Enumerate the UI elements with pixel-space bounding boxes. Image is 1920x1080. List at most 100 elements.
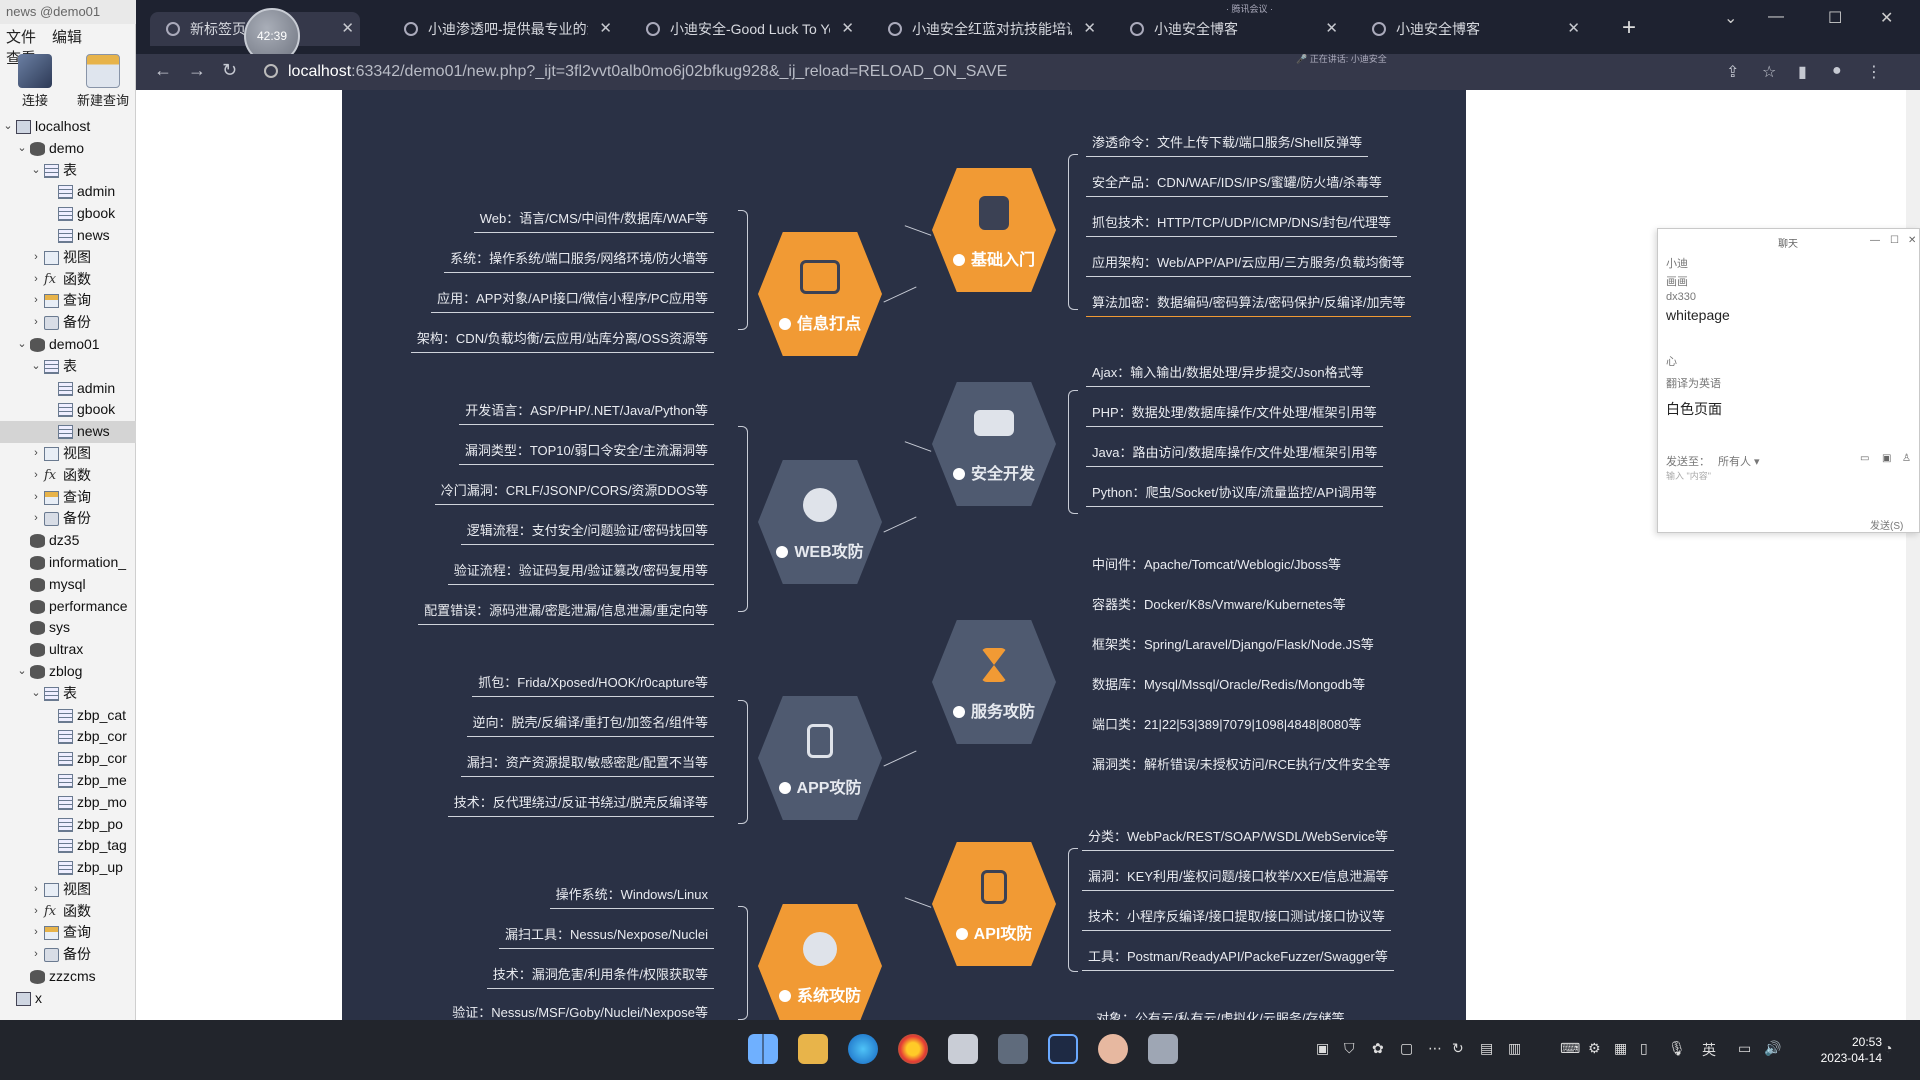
side-panel-icon[interactable]: ▮ bbox=[1798, 62, 1807, 82]
chat-input[interactable]: 输入 "内容" bbox=[1666, 469, 1711, 482]
chevron-right-icon[interactable]: › bbox=[30, 247, 42, 269]
menu-file[interactable]: 文件 bbox=[6, 26, 36, 47]
settings-icon[interactable]: ⚙ bbox=[1588, 1040, 1601, 1057]
chevron-down-icon[interactable]: ⌄ bbox=[16, 138, 28, 160]
notepad-icon[interactable] bbox=[948, 1034, 978, 1064]
keyboard-icon[interactable]: ⌨ bbox=[1560, 1040, 1580, 1057]
tab-page-4[interactable]: 小迪安全红蓝对抗技能培训 ✕ bbox=[872, 12, 1102, 46]
send-to-select[interactable]: 所有人 ▾ bbox=[1718, 453, 1760, 469]
chevron-down-icon[interactable]: ⌄ bbox=[30, 160, 42, 182]
tree-item[interactable]: gbook bbox=[0, 203, 136, 225]
tree-item[interactable]: zbp_cat bbox=[0, 705, 136, 727]
tray-app-icon[interactable]: ▥ bbox=[1508, 1040, 1521, 1057]
chrome-icon[interactable] bbox=[898, 1034, 928, 1064]
meeting-app-icon[interactable] bbox=[1148, 1034, 1178, 1064]
close-icon[interactable]: ✕ bbox=[841, 12, 854, 46]
connect-button[interactable]: 连接 bbox=[4, 50, 66, 112]
tree-item[interactable]: information_ bbox=[0, 552, 136, 574]
tray-app-icon[interactable]: ▣ bbox=[1316, 1040, 1329, 1057]
reload-icon[interactable]: ↻ bbox=[222, 60, 237, 81]
chevron-right-icon[interactable]: › bbox=[30, 508, 42, 530]
address-bar[interactable]: localhost:63342/demo01/new.php?_ijt=3fl2… bbox=[264, 57, 1274, 87]
system-clock[interactable]: 20:53 2023-04-14 bbox=[1821, 1034, 1882, 1066]
tree-item[interactable]: dz35 bbox=[0, 530, 136, 552]
chevron-down-icon[interactable]: ⌄ bbox=[2, 116, 14, 138]
minimize-button[interactable]: — bbox=[1768, 8, 1784, 26]
tree-item[interactable]: › 视图 bbox=[0, 879, 136, 901]
tray-app-icon[interactable]: ✿ bbox=[1372, 1040, 1384, 1057]
tree-item[interactable]: › fx 函数 bbox=[0, 269, 136, 291]
terminal-icon[interactable] bbox=[998, 1034, 1028, 1064]
chevron-right-icon[interactable]: › bbox=[30, 879, 42, 901]
phpstorm-icon[interactable] bbox=[1048, 1034, 1078, 1064]
profile-icon[interactable]: ● bbox=[1832, 62, 1842, 80]
sync-icon[interactable]: ↻ bbox=[1452, 1040, 1464, 1057]
tree-item[interactable]: › fx 函数 bbox=[0, 901, 136, 923]
tree-item[interactable]: news bbox=[0, 421, 136, 443]
chevron-right-icon[interactable]: › bbox=[30, 443, 42, 465]
tree-item[interactable]: zzzcms bbox=[0, 966, 136, 988]
chevron-down-icon[interactable]: ⌄ bbox=[16, 334, 28, 356]
close-icon[interactable]: ✕ bbox=[341, 12, 354, 46]
tree-item[interactable]: zbp_up bbox=[0, 857, 136, 879]
menu-edit[interactable]: 编辑 bbox=[52, 26, 82, 47]
back-icon[interactable]: ← bbox=[154, 60, 172, 81]
close-icon[interactable]: ✕ bbox=[599, 12, 612, 46]
tab-search-icon[interactable]: ⌄ bbox=[1724, 8, 1737, 28]
tree-item[interactable]: ⌄ zblog bbox=[0, 661, 136, 683]
tree-item[interactable]: mysql bbox=[0, 574, 136, 596]
close-window-button[interactable]: ✕ bbox=[1880, 8, 1893, 28]
site-info-icon[interactable] bbox=[264, 64, 278, 78]
app-icon[interactable] bbox=[1098, 1034, 1128, 1064]
tree-item[interactable]: › 查询 bbox=[0, 487, 136, 509]
scroll-up-arrow[interactable] bbox=[1909, 96, 1917, 106]
tree-item[interactable]: zbp_cor bbox=[0, 748, 136, 770]
edge-icon[interactable] bbox=[848, 1034, 878, 1064]
new-query-button[interactable]: 新建查询 bbox=[72, 50, 134, 112]
tree-item[interactable]: news bbox=[0, 225, 136, 247]
tree-item[interactable]: ⌄ 表 bbox=[0, 683, 136, 705]
maximize-button[interactable]: ☐ bbox=[1828, 8, 1842, 28]
tree-item[interactable]: admin bbox=[0, 181, 136, 203]
tray-app-icon[interactable]: ▢ bbox=[1400, 1040, 1413, 1057]
tree-item[interactable]: zbp_me bbox=[0, 770, 136, 792]
file-explorer-icon[interactable] bbox=[798, 1034, 828, 1064]
chevron-right-icon[interactable]: › bbox=[30, 901, 42, 923]
tab-page-6[interactable]: 小迪安全博客 ✕ bbox=[1356, 12, 1586, 46]
tree-item[interactable]: ⌄ demo bbox=[0, 138, 136, 160]
tree-item[interactable]: › 备份 bbox=[0, 944, 136, 966]
tree-item[interactable]: sys bbox=[0, 617, 136, 639]
tree-item[interactable]: ⌄ 表 bbox=[0, 160, 136, 182]
tab-page-5[interactable]: 小迪安全博客 ✕ bbox=[1114, 12, 1344, 46]
shield-icon[interactable]: ⛉ bbox=[1344, 1040, 1355, 1057]
tree-item[interactable]: ultrax bbox=[0, 639, 136, 661]
tree-item[interactable]: zbp_cor bbox=[0, 726, 136, 748]
menu-kebab-icon[interactable]: ⋮ bbox=[1866, 62, 1882, 82]
grid-icon[interactable]: ▦ bbox=[1614, 1040, 1627, 1057]
network-icon[interactable]: ▭ bbox=[1738, 1040, 1751, 1057]
tab-page-2[interactable]: 小迪渗透吧-提供最专业的渗 ✕ bbox=[388, 12, 618, 46]
chevron-right-icon[interactable]: › bbox=[30, 487, 42, 509]
chevron-right-icon[interactable]: › bbox=[30, 269, 42, 291]
chat-more-icon[interactable]: ♙ bbox=[1902, 453, 1911, 464]
tab-page-3[interactable]: 小迪安全-Good Luck To Yo ✕ bbox=[630, 12, 860, 46]
tree-item[interactable]: admin bbox=[0, 378, 136, 400]
chevron-down-icon[interactable]: ⌄ bbox=[30, 356, 42, 378]
chevron-right-icon[interactable]: › bbox=[30, 312, 42, 334]
tree-item[interactable]: performance bbox=[0, 596, 136, 618]
volume-icon[interactable]: 🔊 bbox=[1764, 1040, 1781, 1057]
tree-item[interactable]: › 查询 bbox=[0, 290, 136, 312]
share-icon[interactable]: ⇪ bbox=[1726, 62, 1739, 82]
tree-item[interactable]: › 视图 bbox=[0, 443, 136, 465]
chevron-right-icon[interactable]: › bbox=[30, 922, 42, 944]
tree-item[interactable]: › 备份 bbox=[0, 312, 136, 334]
start-menu-icon[interactable] bbox=[748, 1034, 778, 1064]
tray-app-icon[interactable]: ▤ bbox=[1480, 1040, 1493, 1057]
tree-item[interactable]: ⌄ 表 bbox=[0, 356, 136, 378]
bookmark-star-icon[interactable]: ☆ bbox=[1762, 62, 1776, 82]
send-button[interactable]: 发送(S) bbox=[1870, 517, 1903, 532]
close-icon[interactable]: ✕ bbox=[1083, 12, 1096, 46]
microphone-icon[interactable]: 🎙 bbox=[1668, 1040, 1686, 1057]
chat-close-button[interactable]: ✕ bbox=[1908, 235, 1916, 246]
chat-maximize-button[interactable]: ☐ bbox=[1890, 235, 1899, 246]
